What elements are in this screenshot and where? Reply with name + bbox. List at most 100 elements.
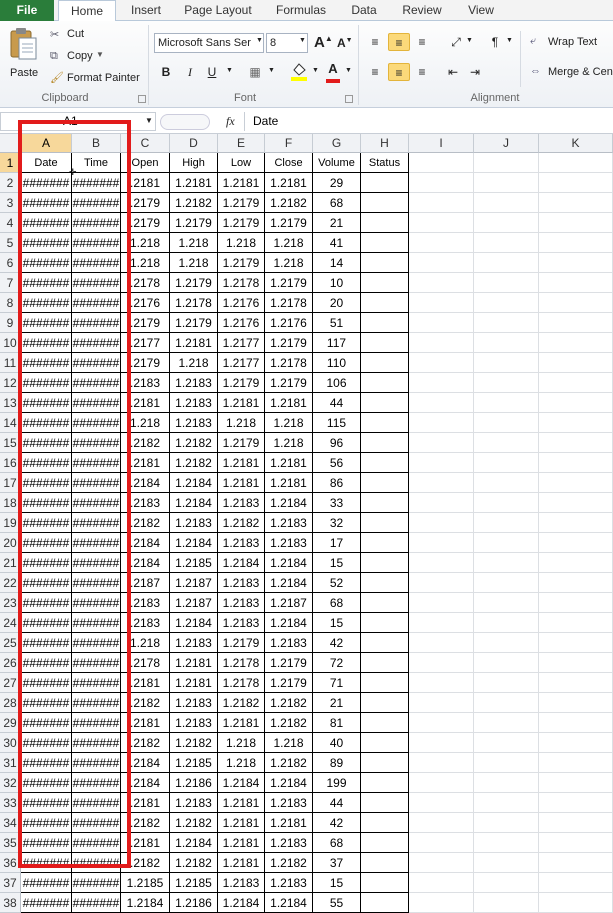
status-cell[interactable] [361, 313, 409, 333]
table-cell[interactable]: 40 [313, 733, 361, 753]
table-cell[interactable]: 1.2184 [265, 573, 313, 593]
empty-cell[interactable] [409, 773, 474, 793]
row-header[interactable]: 3 [0, 193, 21, 213]
empty-cell[interactable] [539, 273, 613, 293]
table-cell[interactable]: 1.2183 [265, 633, 313, 653]
empty-cell[interactable] [409, 233, 474, 253]
table-cell[interactable]: .2179 [121, 353, 170, 373]
row-header[interactable]: 13 [0, 393, 21, 413]
table-cell[interactable]: ####### [72, 593, 121, 613]
status-cell[interactable] [361, 573, 409, 593]
table-cell[interactable]: .2184 [121, 553, 170, 573]
empty-cell[interactable] [474, 213, 539, 233]
status-cell[interactable] [361, 213, 409, 233]
align-bottom-icon[interactable]: ≡ [413, 33, 431, 51]
font-color-dropdown-icon[interactable]: ▼ [345, 67, 352, 74]
table-cell[interactable]: 1.2184 [265, 613, 313, 633]
formula-input[interactable]: Date [244, 112, 613, 131]
table-cell[interactable]: .2182 [121, 733, 170, 753]
empty-cell[interactable] [539, 493, 613, 513]
table-cell[interactable]: .2176 [121, 293, 170, 313]
table-cell[interactable]: ####### [21, 873, 72, 893]
table-cell[interactable]: ####### [72, 193, 121, 213]
empty-cell[interactable] [474, 273, 539, 293]
status-cell[interactable] [361, 873, 409, 893]
table-cell[interactable]: 1.2178 [218, 673, 265, 693]
table-cell[interactable]: 1.2179 [170, 213, 218, 233]
empty-cell[interactable] [409, 433, 474, 453]
table-cell[interactable]: ####### [21, 253, 72, 273]
table-cell[interactable]: 1.218 [170, 233, 218, 253]
table-cell[interactable]: .2187 [121, 573, 170, 593]
table-cell[interactable]: ####### [21, 213, 72, 233]
empty-cell[interactable] [474, 353, 539, 373]
table-cell[interactable]: 1.2183 [218, 593, 265, 613]
table-cell[interactable]: 1.2179 [265, 273, 313, 293]
row-header[interactable]: 5 [0, 233, 21, 253]
row-header[interactable]: 24 [0, 613, 21, 633]
table-cell[interactable]: 1.2177 [218, 333, 265, 353]
copy-button[interactable]: Copy [67, 50, 93, 62]
table-cell[interactable]: ####### [21, 333, 72, 353]
table-cell[interactable]: ####### [21, 233, 72, 253]
status-cell[interactable] [361, 593, 409, 613]
table-cell[interactable]: 110 [313, 353, 361, 373]
table-cell[interactable]: 1.2183 [265, 873, 313, 893]
table-cell[interactable]: ####### [72, 273, 121, 293]
row-header[interactable]: 12 [0, 373, 21, 393]
table-cell[interactable]: 1.2179 [265, 333, 313, 353]
table-cell[interactable]: 1.218 [265, 233, 313, 253]
table-cell[interactable]: 42 [313, 633, 361, 653]
table-cell[interactable]: 1.2183 [218, 873, 265, 893]
table-cell[interactable]: .2181 [121, 453, 170, 473]
status-cell[interactable] [361, 333, 409, 353]
table-cell[interactable]: ####### [21, 433, 72, 453]
row-header[interactable]: 8 [0, 293, 21, 313]
table-cell[interactable]: 10 [313, 273, 361, 293]
table-cell[interactable]: ####### [21, 893, 72, 913]
table-cell[interactable]: 1.2179 [170, 273, 218, 293]
table-cell[interactable]: ####### [72, 833, 121, 853]
table-cell[interactable]: 1.218 [170, 253, 218, 273]
table-cell[interactable]: 33 [313, 493, 361, 513]
empty-cell[interactable] [539, 753, 613, 773]
table-cell[interactable]: ####### [72, 673, 121, 693]
empty-cell[interactable] [539, 173, 613, 193]
empty-cell[interactable] [539, 433, 613, 453]
table-cell[interactable]: .2182 [121, 853, 170, 873]
table-cell[interactable]: ####### [72, 553, 121, 573]
table-cell[interactable]: 1.2181 [218, 853, 265, 873]
tab-file[interactable]: File [0, 0, 54, 21]
decrease-indent-icon[interactable]: ⇤ [444, 63, 462, 81]
column-header-h[interactable]: H [361, 134, 409, 153]
empty-cell[interactable] [474, 593, 539, 613]
table-cell[interactable]: 68 [313, 593, 361, 613]
table-cell[interactable]: 1.2184 [121, 893, 170, 913]
name-box[interactable]: A1 [0, 112, 156, 131]
table-cell[interactable]: .2181 [121, 833, 170, 853]
header-cell[interactable]: Time [72, 153, 121, 173]
table-cell[interactable]: 1.2183 [265, 833, 313, 853]
table-cell[interactable]: 1.2182 [218, 513, 265, 533]
table-cell[interactable]: .2177 [121, 333, 170, 353]
empty-cell[interactable] [409, 533, 474, 553]
row-header[interactable]: 22 [0, 573, 21, 593]
table-cell[interactable]: 1.2184 [218, 553, 265, 573]
row-header[interactable]: 21 [0, 553, 21, 573]
align-middle-icon[interactable]: ≡ [388, 33, 410, 51]
table-cell[interactable]: 1.2178 [265, 293, 313, 313]
table-cell[interactable]: 1.2178 [218, 273, 265, 293]
table-cell[interactable]: ####### [21, 833, 72, 853]
empty-cell[interactable] [539, 733, 613, 753]
empty-cell[interactable] [474, 853, 539, 873]
borders-icon[interactable]: ▦ [246, 63, 264, 81]
empty-cell[interactable] [474, 793, 539, 813]
table-cell[interactable]: 1.2179 [218, 253, 265, 273]
empty-cell[interactable] [539, 473, 613, 493]
table-cell[interactable]: ####### [21, 453, 72, 473]
empty-cell[interactable] [539, 333, 613, 353]
table-cell[interactable]: 1.2184 [170, 473, 218, 493]
shrink-font-icon[interactable]: A▼ [337, 36, 353, 50]
empty-cell[interactable] [539, 673, 613, 693]
empty-cell[interactable] [409, 733, 474, 753]
